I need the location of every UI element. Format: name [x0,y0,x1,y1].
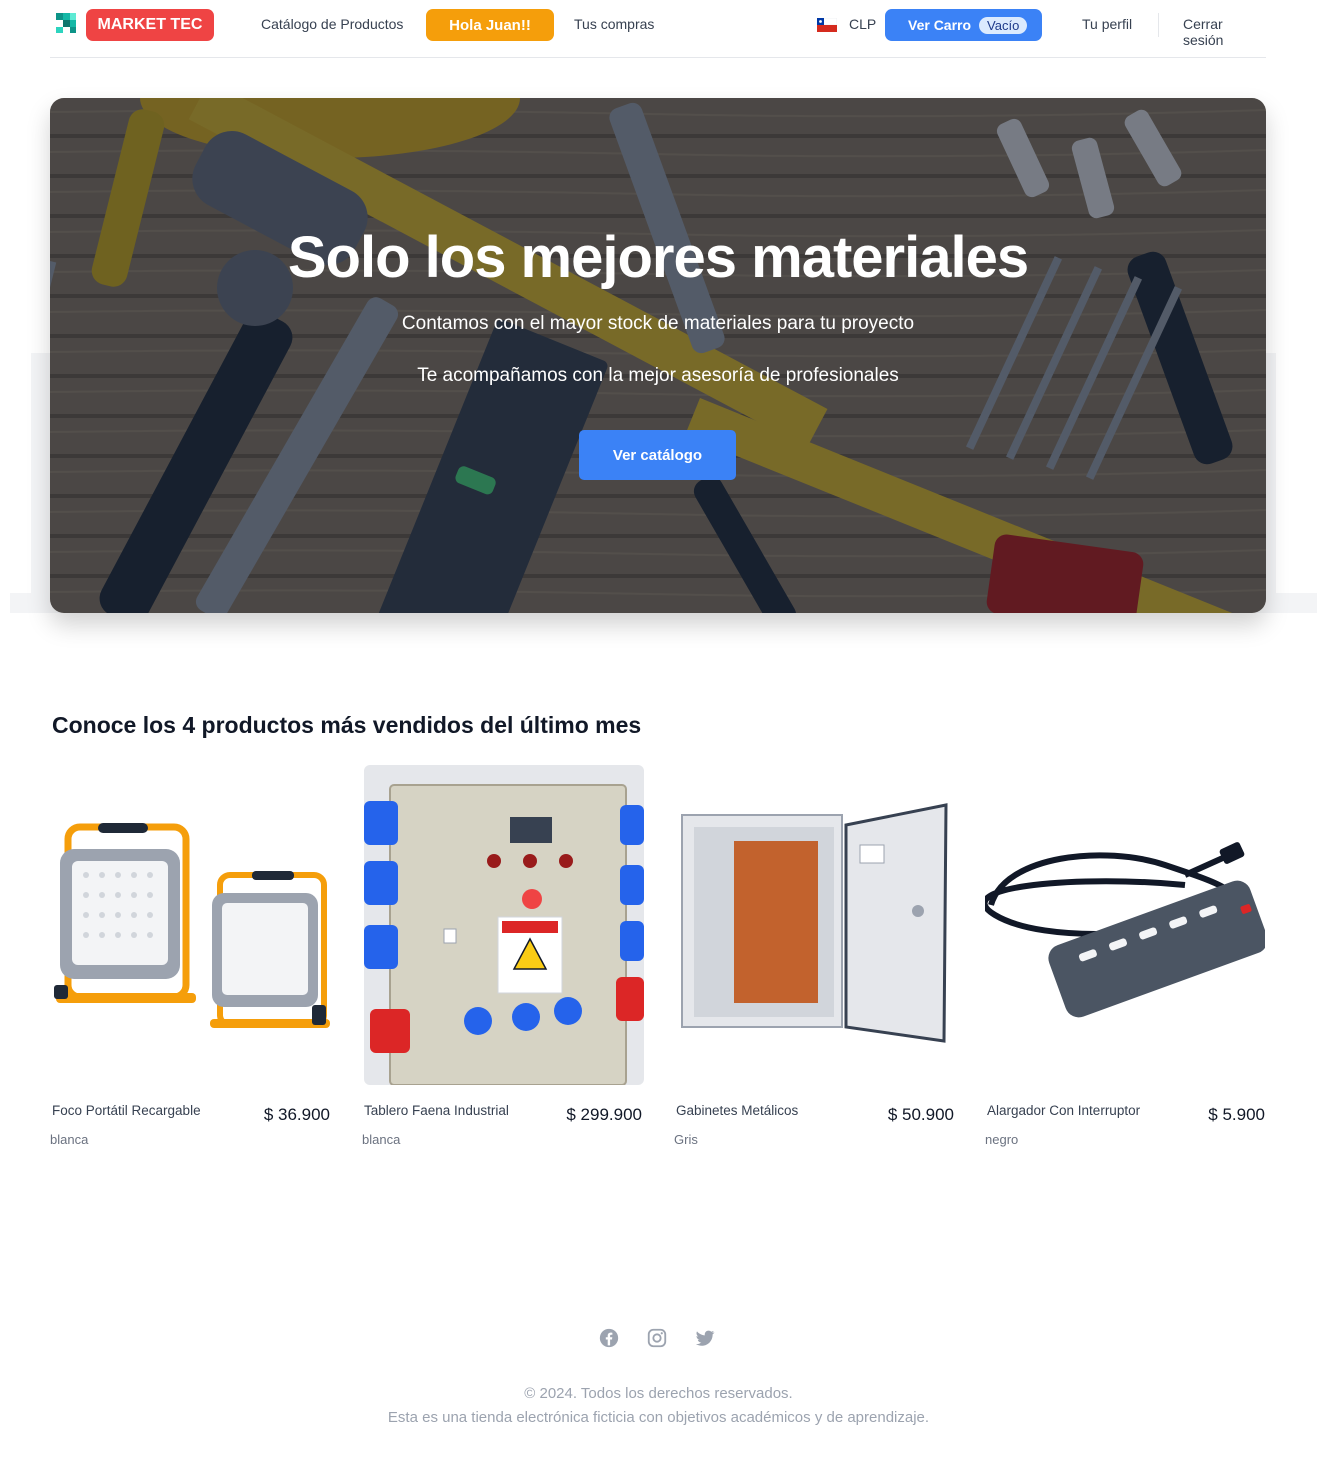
greeting-button[interactable]: Hola Juan!! [426,9,554,41]
cart-count-badge: Vacío [979,16,1028,34]
product-price: $ 36.900 [263,1105,330,1124]
nav-divider [1158,13,1159,37]
product-card[interactable]: Tablero Faena Industrial $ 299.900 blanc… [362,765,644,1155]
nav-link-catalog[interactable]: Catálogo de Productos [261,16,403,32]
hero-overlay [50,98,1266,613]
bestsellers-title: Conoce los 4 productos más vendidos del … [52,712,642,738]
brand-button[interactable]: MARKET TEC [86,9,214,41]
product-card[interactable]: Alargador Con Interruptor $ 5.900 negro [985,765,1267,1155]
product-card[interactable]: Gabinetes Metálicos $ 50.900 Gris [674,765,956,1155]
product-image[interactable] [364,765,644,1085]
hero-backdrop-right [1266,353,1276,595]
product-card[interactable]: Foco Portátil Recargable $ 36.900 blanca [50,765,332,1155]
hero-title: Solo los mejores materiales [287,225,1029,290]
nav-link-purchases[interactable]: Tus compras [574,16,654,32]
product-color: blanca [362,1132,401,1147]
logo-icon[interactable] [56,13,76,33]
product-name[interactable]: Tablero Faena Industrial [364,1103,509,1118]
hero-subtitle-stock: Contamos con el mayor stock de materiale… [401,313,915,334]
product-image[interactable] [985,765,1265,1085]
cart-label: Ver Carro [908,17,972,33]
nav-link-logout[interactable]: Cerrar sesión [1183,16,1266,48]
product-image[interactable] [674,765,954,1085]
view-catalog-button[interactable]: Ver catálogo [579,430,736,480]
currency-selector[interactable]: CLP [849,16,876,32]
hero-banner: Solo los mejores materiales Contamos con… [50,98,1266,613]
product-name[interactable]: Alargador Con Interruptor [987,1103,1140,1118]
instagram-icon[interactable] [646,1327,668,1349]
product-color: Gris [674,1132,698,1147]
top-navbar: MARKET TEC Catálogo de Productos Hola Ju… [50,0,1266,58]
extension-cord-image [985,765,1265,1085]
industrial-panel-image [364,765,644,1085]
product-price: $ 5.900 [1208,1105,1265,1124]
facebook-icon[interactable] [598,1327,620,1349]
footer-disclaimer: Esta es una tienda electrónica ficticia … [387,1409,930,1426]
product-color: blanca [50,1132,89,1147]
product-name[interactable]: Gabinetes Metálicos [676,1103,798,1118]
twitter-icon[interactable] [694,1327,716,1349]
hero-subtitle-advice: Te acompañamos con la mejor asesoría de … [417,365,899,386]
footer-copyright: © 2024. Todos los derechos reservados. [524,1385,793,1402]
chile-flag-icon [817,18,837,32]
nav-link-profile[interactable]: Tu perfil [1082,16,1132,32]
product-price: $ 50.900 [887,1105,954,1124]
metal-cabinet-image [674,765,954,1085]
product-image[interactable] [50,765,330,1085]
cart-button[interactable]: Ver Carro Vacío [885,9,1042,41]
product-name[interactable]: Foco Portátil Recargable [52,1103,201,1118]
floodlight-image [50,765,330,1085]
product-color: negro [985,1132,1019,1147]
product-price: $ 299.900 [566,1105,642,1124]
hero-backdrop-left [31,353,51,595]
